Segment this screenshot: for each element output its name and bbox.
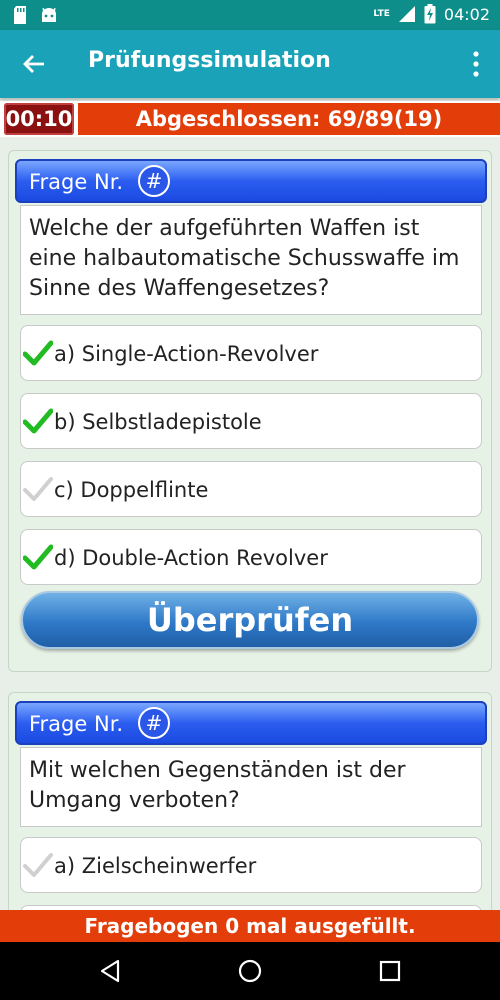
android-icon [42,7,56,22]
checkmark-unchecked-icon [23,477,53,501]
signal-icon [398,6,415,22]
nav-back-icon[interactable] [98,959,122,983]
overflow-menu-icon[interactable] [472,50,480,78]
question-number-label: Frage Nr. [29,712,124,736]
answer-option[interactable]: a) Zielscheinwerfer [20,837,482,893]
check-answer-button[interactable]: Überprüfen [21,591,479,649]
answer-label: b) Selbstladepistole [54,410,262,434]
question-text: Mit welchen Gegenständen ist der Umgang … [20,747,482,827]
question-header: Frage Nr. # [15,701,487,745]
nav-recents-icon[interactable] [378,959,402,983]
status-bar: LTE 04:02 [0,0,500,30]
progress-banner: Abgeschlossen: 69/89(19) [78,103,500,135]
answer-label: d) Double-Action Revolver [54,546,328,570]
answer-option[interactable]: b) Selbstladepistole [20,393,482,449]
checkmark-checked-icon [23,408,53,434]
exam-status-bar: 00:10 Abgeschlossen: 69/89(19) [0,101,500,137]
checkmark-checked-icon [23,340,53,366]
checkmark-checked-icon [23,544,53,570]
answer-label: a) Zielscheinwerfer [54,854,257,878]
status-time: 04:02 [443,4,490,24]
network-type-label: LTE [373,9,390,19]
status-left-icons [12,5,58,25]
system-nav-bar [0,942,500,1000]
answer-label: a) Single-Action-Revolver [54,342,319,366]
app-bar: Prüfungssimulation [0,30,500,98]
question-card: Frage Nr. # Welche der aufgeführten Waff… [8,150,492,672]
sd-card-icon [14,6,26,24]
answer-option[interactable]: a) Single-Action-Revolver [20,325,482,381]
question-text: Welche der aufgeführten Waffen ist eine … [20,205,482,315]
answer-option[interactable]: c) Doppelflinte [20,461,482,517]
question-header: Frage Nr. # [15,159,487,203]
battery-icon [424,4,436,24]
question-card: Frage Nr. # Mit welchen Gegenständen ist… [8,692,492,961]
footer-banner: Fragebogen 0 mal ausgefüllt. [0,910,500,942]
question-number-label: Frage Nr. [29,170,124,194]
nav-home-icon[interactable] [238,959,262,983]
status-right: LTE 04:02 [373,4,490,24]
question-number-badge: # [138,165,170,197]
back-arrow-icon[interactable] [20,50,48,78]
answer-option[interactable]: d) Double-Action Revolver [20,529,482,585]
answer-label: c) Doppelflinte [54,478,209,502]
page-title: Prüfungssimulation [88,48,331,73]
question-number-badge: # [138,707,170,739]
timer-badge: 00:10 [4,103,74,135]
checkmark-unchecked-icon [23,853,53,877]
